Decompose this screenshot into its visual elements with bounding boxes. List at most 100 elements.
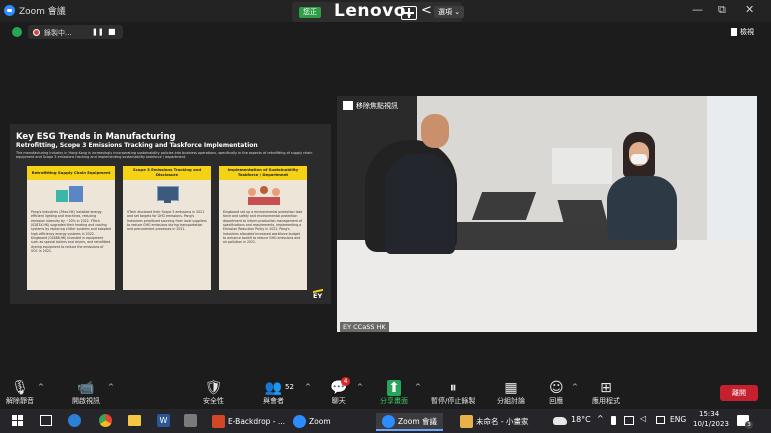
participants-button[interactable]: 👥 與會者 xyxy=(263,380,284,406)
word-icon[interactable]: W xyxy=(157,414,170,427)
notifications-count: 3 xyxy=(745,421,753,429)
file-explorer-icon[interactable] xyxy=(128,415,141,426)
pause-recording-button[interactable]: ❚❚ xyxy=(92,28,104,36)
zoom-meeting-icon xyxy=(382,414,395,428)
share-options-chevron-icon[interactable]: ^ xyxy=(415,383,421,391)
slide-title: Key ESG Trends in Manufacturing xyxy=(16,132,176,142)
slide-column-3-text: Kingboard set up a environmental protect… xyxy=(223,210,303,245)
share-options-dropdown[interactable]: 選項 ⌄ xyxy=(434,6,465,18)
breakout-rooms-label: 分組討論 xyxy=(497,397,525,405)
shield-icon: 🛡 xyxy=(204,380,223,396)
pin-icon xyxy=(343,101,353,110)
taskbar-app-powerpoint-label: E-Backdrop - ... xyxy=(228,416,286,426)
tray-overflow-chevron-icon[interactable]: ^ xyxy=(597,414,604,423)
apps-label: 應用程式 xyxy=(592,397,620,405)
app-icon[interactable] xyxy=(184,414,197,427)
breakout-icon: ▦ xyxy=(504,380,518,396)
encryption-shield-icon[interactable] xyxy=(12,27,22,37)
restore-button[interactable]: ⧉ xyxy=(718,3,726,17)
network-icon[interactable] xyxy=(656,416,665,424)
start-video-button[interactable]: 📹 開啟視訊 xyxy=(72,380,100,406)
participants-label: 與會者 xyxy=(263,397,284,405)
close-button[interactable]: ✕ xyxy=(745,3,754,16)
unmute-button[interactable]: 🎙 解除靜音 xyxy=(6,380,34,406)
taskbar-app-zoom-meeting[interactable]: Zoom 會議 xyxy=(376,413,444,431)
clock-date[interactable]: 10/1/2023 xyxy=(693,420,729,428)
share-screen-label: 分享畫面 xyxy=(380,397,408,405)
security-label: 安全性 xyxy=(203,397,224,405)
task-view-icon[interactable] xyxy=(40,415,52,426)
weather-temperature[interactable]: 18°C xyxy=(571,415,591,424)
participant-count: 52 xyxy=(285,383,294,391)
taskforce-team-illustration-icon xyxy=(248,184,280,206)
recording-dot-icon xyxy=(33,29,40,36)
security-button[interactable]: 🛡 安全性 xyxy=(203,380,224,406)
slide-intro-text: The manufacturing industry in Hong Kong … xyxy=(16,151,313,160)
share-back-button[interactable]: < xyxy=(421,3,432,18)
audio-options-chevron-icon[interactable]: ^ xyxy=(38,383,44,391)
slide-subtitle: Retrofitting, Scope 3 Emissions Tracking… xyxy=(16,142,258,149)
ey-logo-text: EY xyxy=(313,292,323,300)
display-icon[interactable] xyxy=(624,416,634,425)
remove-spotlight-label[interactable]: 移除焦點視訊 xyxy=(356,101,398,111)
volume-icon[interactable]: ◁ xyxy=(640,414,646,423)
chrome-browser-icon[interactable] xyxy=(99,414,112,427)
taskbar-app-paint[interactable]: 未命名 - 小畫家 xyxy=(460,413,528,429)
reactions-icon: ☺ xyxy=(549,380,564,396)
supply-chain-illustration-icon xyxy=(56,184,84,204)
video-off-icon: 📹 xyxy=(77,380,95,396)
usb-icon[interactable] xyxy=(611,416,616,425)
slide-column-2-heading: Scope 3 Emissions Tracking and Disclosur… xyxy=(123,166,211,180)
slide-column-1-heading: Retrofitting Supply Chain Equipment xyxy=(27,166,115,180)
taskbar-app-zoom-label: Zoom xyxy=(309,416,331,426)
share-screen-icon: ⬆ xyxy=(387,380,401,396)
taskbar-app-zoom-meeting-label: Zoom 會議 xyxy=(398,416,438,426)
share-window-icon[interactable] xyxy=(401,6,417,20)
taskbar-app-powerpoint[interactable]: E-Backdrop - ... xyxy=(212,413,285,429)
video-options-chevron-icon[interactable]: ^ xyxy=(108,383,114,391)
start-video-label: 開啟視訊 xyxy=(72,397,100,405)
speaker-video[interactable] xyxy=(337,96,757,332)
emissions-monitor-illustration-icon xyxy=(155,184,181,204)
slide-column-3-heading: Implementation of Sustainability Taskfor… xyxy=(219,166,307,180)
slide-column-2-text: VTech disclosed their Scope 3 emissions … xyxy=(127,210,207,232)
apps-icon: ⊞ xyxy=(600,380,612,396)
paint-icon xyxy=(460,414,473,428)
reactions-label: 回應 xyxy=(549,397,564,405)
microphone-muted-icon: 🎙 xyxy=(11,380,29,396)
weather-cloud-icon[interactable] xyxy=(553,417,567,425)
participants-icon: 👥 xyxy=(264,380,283,396)
slide-column-1-text: Pang's Industries (39xx.HK) installed en… xyxy=(31,210,111,253)
chat-label: 聊天 xyxy=(331,397,346,405)
stop-recording-button[interactable]: ■ xyxy=(108,27,116,36)
clock-time[interactable]: 15:34 xyxy=(699,410,719,418)
leave-meeting-button[interactable]: 離開 xyxy=(720,385,758,401)
sharing-badge: 您正 xyxy=(299,7,321,18)
taskbar-app-zoom[interactable]: Zoom xyxy=(293,413,331,429)
unmute-label: 解除靜音 xyxy=(6,397,34,405)
windows-start-icon[interactable] xyxy=(12,415,23,426)
input-language[interactable]: ENG xyxy=(670,415,686,424)
reactions-button[interactable]: ☺ 回應 xyxy=(549,380,564,406)
record-icon: ⏸ xyxy=(449,380,457,396)
taskbar-app-paint-label: 未命名 - 小畫家 xyxy=(476,416,529,426)
powerpoint-icon xyxy=(212,414,225,428)
participant-name-tag: EY CCaSS HK xyxy=(340,322,389,332)
window-title-text: Zoom 會議 xyxy=(19,7,66,17)
view-icon[interactable] xyxy=(731,28,737,36)
minimize-button[interactable]: — xyxy=(692,3,703,16)
pause-stop-recording-button[interactable]: ⏸ 暫停/停止錄製 xyxy=(431,380,475,406)
chat-unread-badge: 4 xyxy=(341,377,350,386)
participants-options-chevron-icon[interactable]: ^ xyxy=(305,383,311,391)
pause-stop-recording-label: 暫停/停止錄製 xyxy=(431,397,476,405)
chat-options-chevron-icon[interactable]: ^ xyxy=(357,383,363,391)
zoom-logo-icon xyxy=(4,5,15,16)
apps-button[interactable]: ⊞ 應用程式 xyxy=(592,380,620,406)
reactions-options-chevron-icon[interactable]: ^ xyxy=(572,383,578,391)
recording-label: 錄製中... xyxy=(44,29,72,37)
edge-browser-icon[interactable] xyxy=(68,414,81,427)
zoom-icon xyxy=(293,414,306,428)
share-screen-button[interactable]: ⬆ 分享畫面 xyxy=(380,380,408,406)
view-button[interactable]: 檢視 xyxy=(740,27,754,37)
breakout-rooms-button[interactable]: ▦ 分組討論 xyxy=(497,380,525,406)
